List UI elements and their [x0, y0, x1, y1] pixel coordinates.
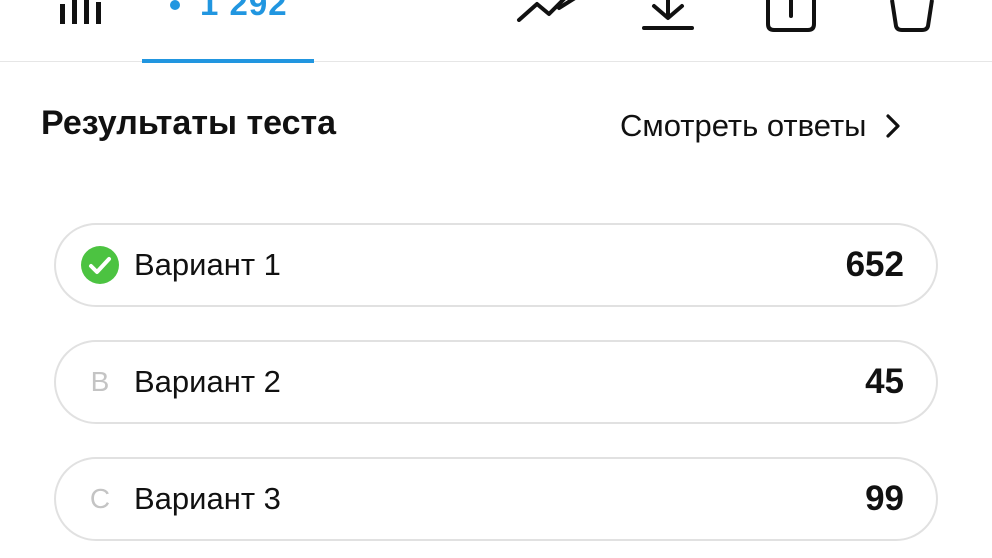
tab-stats[interactable] — [58, 0, 104, 24]
answer-option-3[interactable]: C Вариант 3 99 — [54, 457, 938, 541]
option-count: 652 — [845, 245, 904, 284]
option-letter: C — [89, 483, 111, 514]
view-answers-link[interactable]: Смотреть ответы — [620, 106, 902, 146]
option-letter: B — [90, 366, 110, 397]
tab-bar: 1 292 — [0, 0, 992, 63]
option-label: Вариант 1 — [134, 247, 281, 282]
active-tab-indicator — [142, 59, 314, 63]
views-count: 1 292 — [200, 0, 288, 22]
answer-option-1[interactable]: Вариант 1 652 — [54, 223, 938, 307]
trend-icon[interactable] — [515, 0, 581, 22]
results-title: Результаты теста — [41, 104, 337, 142]
share-icon[interactable] — [762, 0, 820, 34]
option-letter-marker: C — [80, 479, 120, 519]
tab-views[interactable]: 1 292 — [142, 0, 314, 63]
check-icon — [81, 246, 119, 284]
option-label: Вариант 2 — [134, 364, 281, 399]
views-dot-icon — [170, 0, 180, 10]
chevron-right-icon — [886, 114, 901, 138]
trash-icon[interactable] — [886, 0, 938, 34]
answer-option-2[interactable]: B Вариант 2 45 — [54, 340, 938, 424]
bar-chart-icon — [60, 0, 101, 24]
view-answers-label: Смотреть ответы — [620, 108, 867, 143]
option-count: 45 — [865, 362, 904, 401]
option-letter-marker: B — [80, 362, 120, 402]
option-count: 99 — [865, 479, 904, 518]
quiz-results-screen: 1 292 Результаты теста Смотреть ответы В… — [0, 0, 992, 558]
option-label: Вариант 3 — [134, 481, 281, 516]
correct-marker — [80, 245, 120, 285]
download-icon[interactable] — [640, 0, 696, 34]
